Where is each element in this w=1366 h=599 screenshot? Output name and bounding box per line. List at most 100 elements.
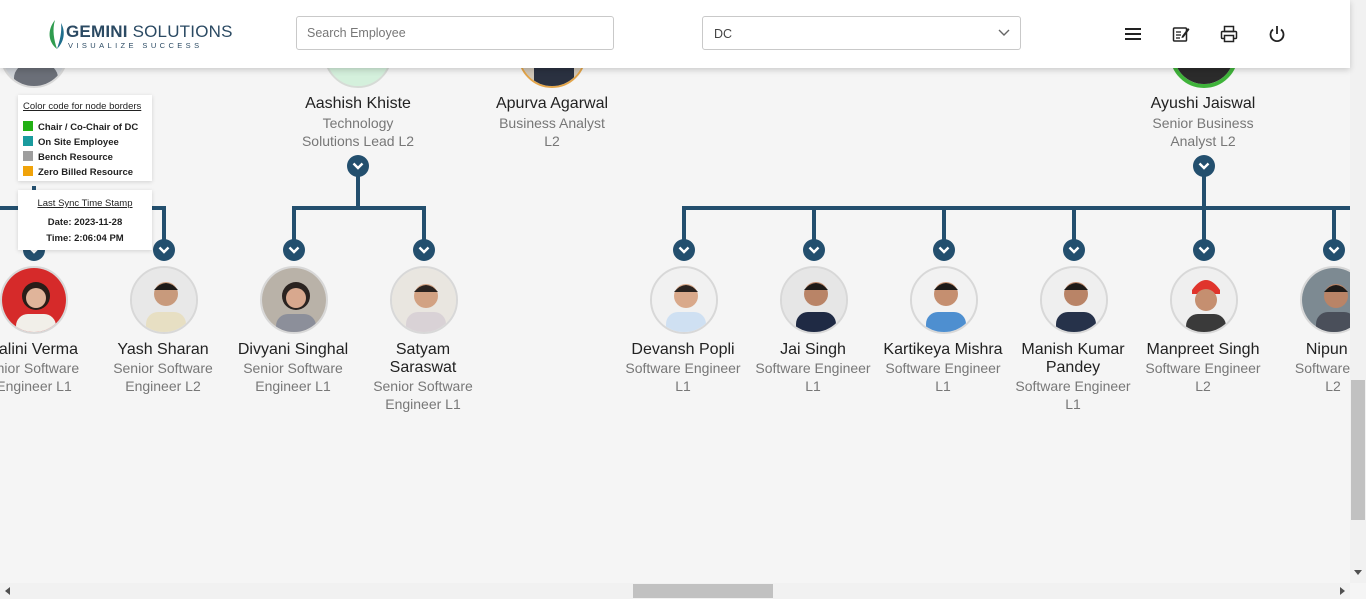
employee-role: Engineer L1 (0, 378, 72, 394)
org-node[interactable]: Yash Sharan Senior Software Engineer L2 (98, 341, 228, 395)
avatar[interactable] (910, 266, 978, 334)
expand-toggle-icon[interactable] (1323, 239, 1345, 261)
edit-note-icon[interactable] (1172, 25, 1190, 43)
org-node[interactable]: Aashish Khiste Technology Solutions Lead… (293, 94, 423, 150)
department-select[interactable]: DC (702, 16, 1021, 50)
legend-label: Bench Resource (38, 152, 113, 163)
employee-name-line2: Saraswat (389, 359, 457, 376)
avatar[interactable] (1040, 266, 1108, 334)
scroll-right-arrow-icon[interactable] (1336, 585, 1348, 597)
employee-name: Divyani Singhal (237, 341, 349, 358)
avatar[interactable] (0, 266, 68, 334)
expand-toggle-icon[interactable] (347, 155, 369, 177)
employee-role: Business Analyst (499, 115, 605, 131)
org-node[interactable]: Manpreet Singh Software Engineer L2 (1138, 341, 1268, 395)
expand-toggle-icon[interactable] (933, 239, 955, 261)
employee-name: Manpreet Singh (1146, 341, 1260, 358)
leaf-logo-icon (49, 20, 64, 49)
employee-name-line2: Pandey (1045, 359, 1101, 376)
employee-role: Senior Software (373, 378, 473, 394)
employee-role: L2 (544, 133, 560, 149)
org-node[interactable]: Jai Singh Software Engineer L1 (748, 341, 878, 395)
avatar[interactable] (390, 266, 458, 334)
power-icon[interactable] (1268, 25, 1286, 43)
employee-role: L1 (805, 378, 821, 394)
employee-role: Engineer L1 (255, 378, 331, 394)
employee-role: Solutions Lead L2 (301, 133, 415, 149)
avatar[interactable] (130, 266, 198, 334)
employee-role: L2 (1195, 378, 1211, 394)
legend-label: Chair / Co-Chair of DC (38, 122, 139, 133)
employee-role: Engineer L2 (125, 378, 201, 394)
logo-text-bold: GEMINI (66, 22, 128, 41)
sync-timestamp-panel: Last Sync Time Stamp Date: 2023-11-28 Ti… (18, 190, 152, 250)
logo-tagline: VISUALIZE SUCCESS (68, 41, 203, 50)
horizontal-scrollbar-thumb[interactable] (633, 584, 773, 598)
search-employee-input[interactable] (296, 16, 614, 50)
employee-name: Apurva Agarwal (495, 95, 609, 112)
legend-label: On Site Employee (38, 137, 119, 148)
employee-name: Aashish Khiste (305, 95, 411, 112)
expand-toggle-icon[interactable] (153, 239, 175, 261)
employee-role: enior Software (0, 360, 80, 376)
employee-role: Software Engineer (1145, 360, 1261, 376)
expand-toggle-icon[interactable] (1193, 239, 1215, 261)
org-node[interactable]: Manish Kumar Pandey Software Engineer L1 (1008, 341, 1138, 413)
expand-toggle-icon[interactable] (283, 239, 305, 261)
employee-role: Senior Software (243, 360, 343, 376)
menu-icon[interactable] (1124, 25, 1142, 43)
logo-text-light: SOLUTIONS (132, 22, 233, 41)
employee-role: L1 (675, 378, 691, 394)
org-node[interactable]: Kartikeya Mishra Software Engineer L1 (878, 341, 1008, 395)
org-node[interactable]: halini Verma enior Software Engineer L1 (0, 341, 99, 395)
expand-toggle-icon[interactable] (803, 239, 825, 261)
expand-toggle-icon[interactable] (673, 239, 695, 261)
legend-label: Zero Billed Resource (38, 167, 134, 178)
employee-name: Ayushi Jaiswal (1150, 95, 1256, 112)
employee-role: L1 (935, 378, 951, 394)
expand-toggle-icon[interactable] (1063, 239, 1085, 261)
employee-name: Satyam (395, 341, 451, 358)
legend-item: Bench Resource (23, 151, 113, 163)
employee-name: Kartikeya Mishra (883, 341, 1003, 358)
legend-item: On Site Employee (23, 136, 119, 148)
print-icon[interactable] (1220, 25, 1238, 43)
expand-toggle-icon[interactable] (413, 239, 435, 261)
employee-name: Manish Kumar (1021, 341, 1125, 358)
legend-item: Chair / Co-Chair of DC (23, 121, 138, 133)
avatar[interactable] (260, 266, 328, 334)
org-node[interactable]: Satyam Saraswat Senior Software Engineer… (358, 341, 488, 413)
scroll-left-arrow-icon[interactable] (2, 585, 14, 597)
color-legend: Color code for node borders Chair / Co-C… (18, 95, 152, 181)
sync-date: Date: 2023-11-28 (47, 217, 123, 228)
scroll-down-arrow-icon[interactable] (1352, 568, 1364, 578)
avatar[interactable] (650, 266, 718, 334)
employee-role: Software Engineer (625, 360, 741, 376)
legend-title: Color code for node borders (23, 101, 142, 112)
expand-toggle-icon[interactable] (1193, 155, 1215, 177)
sync-title: Last Sync Time Stamp (37, 198, 133, 209)
chevron-down-icon (998, 29, 1010, 36)
employee-name: Devansh Popli (631, 341, 735, 358)
legend-item: Zero Billed Resource (23, 166, 133, 178)
employee-role: Analyst L2 (1170, 133, 1236, 149)
employee-name: halini Verma (0, 341, 79, 358)
logo-text: GEMINI SOLUTIONS (66, 22, 233, 42)
employee-role: Software Engineer (1015, 378, 1131, 394)
employee-name: Jai Singh (780, 341, 846, 358)
top-header: GEMINI SOLUTIONS VISUALIZE SUCCESS DC (0, 0, 1350, 68)
org-node[interactable]: Devansh Popli Software Engineer L1 (618, 341, 748, 395)
company-logo[interactable]: GEMINI SOLUTIONS VISUALIZE SUCCESS (46, 16, 232, 52)
employee-role: L1 (1065, 396, 1081, 412)
org-node[interactable]: Divyani Singhal Senior Software Engineer… (228, 341, 358, 395)
org-node[interactable]: Apurva Agarwal Business Analyst L2 (487, 94, 617, 150)
org-node[interactable]: Ayushi Jaiswal Senior Business Analyst L… (1138, 94, 1268, 150)
avatar[interactable] (1170, 266, 1238, 334)
vertical-scrollbar-thumb[interactable] (1351, 380, 1365, 520)
legend-swatch (23, 136, 33, 146)
employee-role: Senior Software (113, 360, 213, 376)
avatar[interactable] (780, 266, 848, 334)
department-select-value: DC (714, 27, 733, 41)
employee-role: Software Engineer (885, 360, 1001, 376)
org-chart: akri Tec utic Aashish Khiste Technology … (0, 0, 1366, 583)
